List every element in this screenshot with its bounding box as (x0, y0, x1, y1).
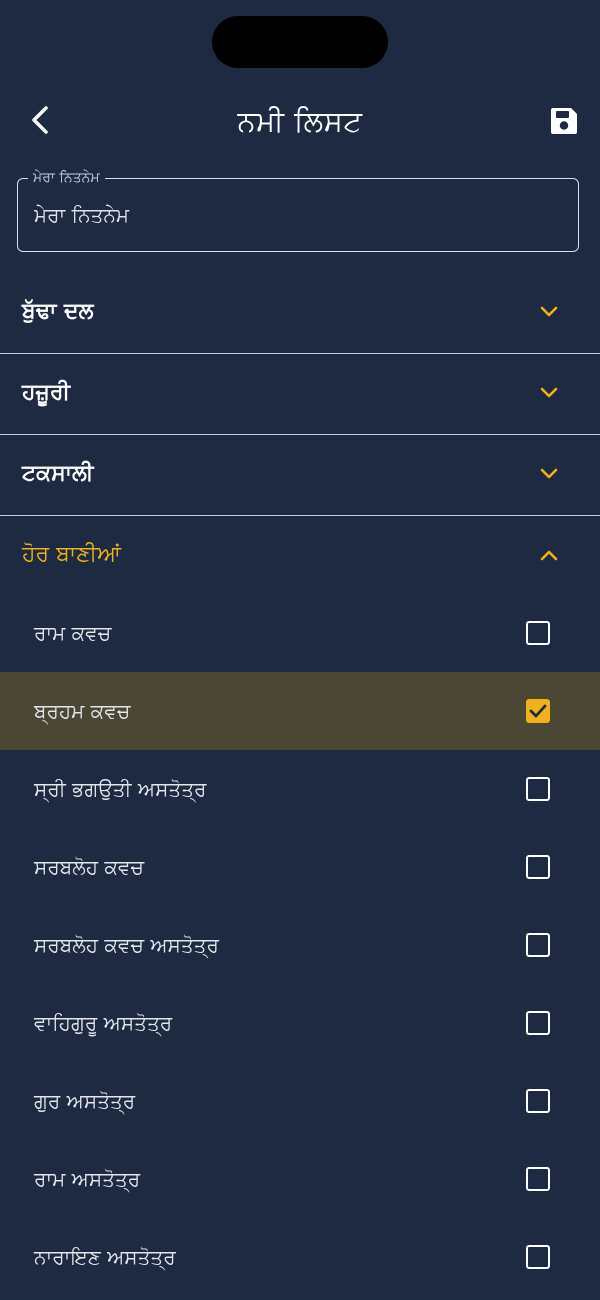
bani-item-narain-astotar[interactable]: ਨਾਰਾਇਣ ਅਸਤੋਤ੍ਰ (0, 1218, 600, 1296)
checkbox[interactable] (526, 1089, 550, 1113)
chevron-down-icon (538, 300, 560, 324)
chevron-up-icon (538, 543, 560, 567)
camera-notch (212, 16, 388, 68)
category-label: ਟਕਸਾਲੀ (22, 461, 94, 486)
bani-item-waheguru-astotar[interactable]: ਵਾਹਿਗੁਰੂ ਅਸਤੋਤ੍ਰ (0, 984, 600, 1062)
list-name-input[interactable] (18, 179, 578, 251)
checkbox-checked[interactable] (526, 699, 550, 723)
bani-item-ram-kavach[interactable]: ਰਾਮ ਕਵਚ (0, 594, 600, 672)
bani-label: ਰਾਮ ਕਵਚ (34, 621, 112, 645)
bani-label: ਸ੍ਰੀ ਭਗਉਤੀ ਅਸਤੋਤ੍ਰ (34, 777, 207, 801)
bani-label: ਸਰਬਲੋਹ ਕਵਚ (34, 855, 144, 879)
bani-item-sarbloh-kavach[interactable]: ਸਰਬਲੋਹ ਕਵਚ (0, 828, 600, 906)
chevron-down-icon (538, 462, 560, 486)
save-button[interactable] (546, 103, 582, 139)
bani-label: ਗੁਰ ਅਸਤੋਤ੍ਰ (34, 1089, 136, 1113)
bani-item-sarbloh-kavach-astotar[interactable]: ਸਰਬਲੋਹ ਕਵਚ ਅਸਤੋਤ੍ਰ (0, 906, 600, 984)
checkmark-icon (529, 704, 547, 718)
category-taksali[interactable]: ਟਕਸਾਲੀ (0, 434, 600, 514)
bani-label: ਸਰਬਲੋਹ ਕਵਚ ਅਸਤੋਤ੍ਰ (34, 933, 219, 957)
floppy-disk-icon (551, 108, 577, 134)
category-budha-dal[interactable]: ਬੁੱਢਾ ਦਲ (0, 272, 600, 352)
bani-item-ram-astotar[interactable]: ਰਾਮ ਅਸਤੋਤ੍ਰ (0, 1140, 600, 1218)
app-header: ਨਮੀ ਲਿਸਟ (0, 90, 600, 152)
category-hazoori[interactable]: ਹਜ਼ੂਰੀ (0, 353, 600, 433)
list-name-field: ਮੇਰਾ ਨਿਤਨੇਮ (17, 168, 579, 252)
checkbox[interactable] (526, 933, 550, 957)
page-title: ਨਮੀ ਲਿਸਟ (237, 104, 363, 138)
checkbox[interactable] (526, 621, 550, 645)
checkbox[interactable] (526, 777, 550, 801)
checkbox[interactable] (526, 1245, 550, 1269)
bani-item-sri-bhagauti-astotar[interactable]: ਸ੍ਰੀ ਭਗਉਤੀ ਅਸਤੋਤ੍ਰ (0, 750, 600, 828)
checkbox[interactable] (526, 855, 550, 879)
bani-label: ਵਾਹਿਗੁਰੂ ਅਸਤੋਤ੍ਰ (34, 1011, 173, 1035)
bani-label: ਬ੍ਰਹਮ ਕਵਚ (34, 699, 131, 723)
category-label: ਹੋਰ ਬਾਣੀਆਂ (22, 542, 122, 567)
checkbox[interactable] (526, 1167, 550, 1191)
bani-item-gur-astotar[interactable]: ਗੁਰ ਅਸਤੋਤ੍ਰ (0, 1062, 600, 1140)
bani-label: ਨਾਰਾਇਣ ਅਸਤੋਤ੍ਰ (34, 1245, 176, 1269)
category-label: ਬੁੱਢਾ ਦਲ (22, 299, 94, 324)
category-hor-baniyan[interactable]: ਹੋਰ ਬਾਣੀਆਂ (0, 515, 600, 595)
bani-label: ਰਾਮ ਅਸਤੋਤ੍ਰ (34, 1167, 141, 1191)
bani-item-braham-kavach[interactable]: ਬ੍ਰਹਮ ਕਵਚ (0, 672, 600, 750)
chevron-down-icon (538, 381, 560, 405)
category-label: ਹਜ਼ੂਰੀ (22, 380, 71, 405)
checkbox[interactable] (526, 1011, 550, 1035)
